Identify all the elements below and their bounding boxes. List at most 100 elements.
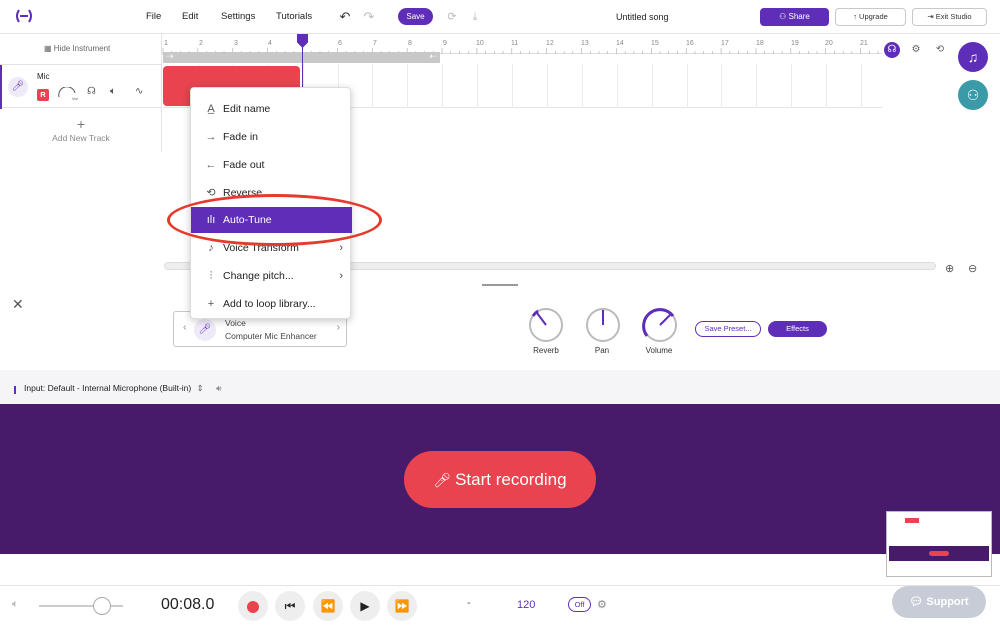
- highlight-annotation-ellipse: [167, 194, 382, 246]
- exit-studio-button[interactable]: ⇥ Exit Studio: [912, 8, 987, 26]
- grid-line: [512, 64, 513, 108]
- panel-resize-handle[interactable]: [482, 284, 518, 286]
- close-icon[interactable]: ✕: [12, 296, 24, 313]
- play-button[interactable]: ▶: [350, 591, 380, 621]
- sliders-icon: ⫶: [209, 270, 213, 282]
- settings-gear-icon[interactable]: ⚙: [908, 42, 924, 58]
- time-display: 00:08.0: [161, 596, 215, 613]
- upgrade-label: Upgrade: [859, 12, 888, 21]
- redo-icon[interactable]: ↷: [361, 9, 377, 25]
- reverb-knob[interactable]: [528, 307, 564, 343]
- arrow-right-icon: →: [205, 131, 217, 143]
- rewind-button[interactable]: ⏪: [313, 591, 343, 621]
- automation-icon[interactable]: ∿: [135, 86, 143, 97]
- chevron-right-icon: ›: [339, 270, 343, 282]
- upgrade-button[interactable]: ↑ Upgrade: [835, 8, 906, 26]
- track-selected-accent: [0, 65, 2, 109]
- input-level-indicator: [14, 386, 16, 394]
- fast-forward-button[interactable]: ⏩: [387, 591, 417, 621]
- menu-item-add-to-loop-library[interactable]: + Add to loop library...: [191, 291, 352, 317]
- record-arm-button[interactable]: R: [37, 89, 49, 101]
- effects-button[interactable]: Effects: [768, 321, 827, 337]
- monitor-speaker-icon[interactable]: 🔊︎: [216, 383, 221, 393]
- start-recording-button[interactable]: 🎤︎ Start recording: [404, 451, 596, 508]
- preset-mic-icon: 🎤︎: [194, 319, 216, 341]
- download-icon[interactable]: ⤓: [467, 9, 483, 25]
- input-selector[interactable]: Input: Default - Internal Microphone (Bu…: [24, 383, 221, 394]
- chevron-left-icon[interactable]: ‹: [183, 322, 186, 333]
- menu-tutorials[interactable]: Tutorials: [276, 11, 312, 22]
- arrow-left-icon: ←: [205, 159, 217, 171]
- share-button[interactable]: ⚇ Share: [760, 8, 829, 26]
- chevron-right-icon[interactable]: ›: [337, 322, 340, 333]
- menu-settings[interactable]: Settings: [221, 11, 255, 22]
- sync-icon[interactable]: ⟳: [444, 9, 460, 25]
- grid-line: [861, 64, 862, 108]
- keyboard-icon: ▦: [44, 44, 54, 53]
- record-button[interactable]: [238, 591, 268, 621]
- key-display[interactable]: -: [467, 597, 471, 609]
- support-button[interactable]: 💬︎ Support: [892, 586, 986, 618]
- hide-instrument-label: Hide Instrument: [53, 44, 111, 53]
- menu-item-fade-in[interactable]: → Fade in: [191, 124, 352, 150]
- master-volume-thumb[interactable]: [93, 597, 111, 615]
- volume-label: Volume: [645, 346, 673, 355]
- menu-edit[interactable]: Edit: [182, 11, 198, 22]
- metronome-toggle[interactable]: Off: [568, 597, 591, 612]
- undo-icon[interactable]: ↶: [337, 9, 353, 25]
- volume-knob-large[interactable]: [642, 307, 678, 343]
- metronome-settings-icon[interactable]: ⚙: [597, 598, 607, 611]
- menu-item-change-pitch[interactable]: ⫶ Change pitch... ›: [191, 263, 352, 289]
- song-title[interactable]: Untitled song: [616, 12, 669, 22]
- grid-line: [581, 64, 583, 108]
- zoom-out-icon[interactable]: ⊖: [968, 262, 977, 275]
- menu-item-fade-out[interactable]: ← Fade out: [191, 152, 352, 178]
- add-track-label: Add New Track: [52, 133, 110, 143]
- zoom-in-icon[interactable]: ⊕: [945, 262, 954, 275]
- collaborators-icon[interactable]: ⚇: [958, 80, 988, 110]
- loop-toggle-icon[interactable]: ⟲: [932, 42, 948, 58]
- pan-label: Pan: [594, 346, 610, 355]
- menu-file[interactable]: File: [146, 11, 161, 22]
- chat-bubble-icon: 💬︎: [909, 596, 927, 608]
- minimap-rec-button: [929, 551, 949, 556]
- music-note-icon[interactable]: ♫: [958, 42, 988, 72]
- loop-start-arrow-icon[interactable]: ⇢: [166, 51, 174, 62]
- ruler-number: 10: [476, 40, 484, 47]
- save-button[interactable]: Save: [398, 8, 433, 25]
- add-new-track-button[interactable]: + Add New Track: [0, 116, 162, 143]
- transport-bar: 🔈︎ 00:08.0 ⏮ ⏪ ▶ ⏩ - 120 Off ⚙: [0, 585, 1000, 625]
- ruler-number: 7: [373, 40, 377, 47]
- ruler-number: 12: [546, 40, 554, 47]
- track-row-mic[interactable]: 🎤︎ Mic R Vol ☊ 🔈︎ ∿: [0, 64, 162, 109]
- headphones-icon[interactable]: ☊: [87, 86, 96, 97]
- grid-line: [791, 64, 793, 108]
- tempo-display[interactable]: 120: [517, 599, 535, 611]
- save-preset-button[interactable]: Save Preset...: [695, 321, 761, 337]
- loop-end-arrow-icon[interactable]: ⇠: [429, 51, 437, 62]
- menu-item-edit-name[interactable]: A̲ Edit name: [191, 96, 352, 122]
- ruler-number: 18: [756, 40, 764, 47]
- grid-line: [477, 64, 479, 108]
- mute-icon[interactable]: 🔈︎: [110, 86, 116, 97]
- microphone-icon[interactable]: 🎤︎: [8, 77, 28, 97]
- text-cursor-icon: A̲: [207, 103, 215, 115]
- volume-knob[interactable]: Vol: [57, 87, 79, 101]
- speaker-icon[interactable]: 🔈︎: [12, 598, 19, 611]
- hide-instrument-button[interactable]: ▦ Hide Instrument: [44, 44, 110, 53]
- grid-line: [686, 64, 688, 108]
- ruler-number: 8: [408, 40, 412, 47]
- track-name[interactable]: Mic: [37, 72, 49, 81]
- ruler-number: 20: [825, 40, 833, 47]
- ruler-number: 16: [686, 40, 694, 47]
- minimap-thumbnail[interactable]: [886, 511, 992, 577]
- menu-item-label: Add to loop library...: [223, 298, 316, 310]
- plus-icon: +: [76, 116, 86, 132]
- headphones-mode-icon[interactable]: ☊: [884, 42, 900, 58]
- pan-knob[interactable]: [585, 307, 621, 343]
- input-source-label: Input: Default - Internal Microphone (Bu…: [24, 383, 192, 393]
- go-to-start-button[interactable]: ⏮: [275, 591, 305, 621]
- vol-label: Vol: [72, 96, 78, 101]
- soundtrap-logo[interactable]: [14, 8, 34, 24]
- preset-category: Voice: [225, 318, 246, 328]
